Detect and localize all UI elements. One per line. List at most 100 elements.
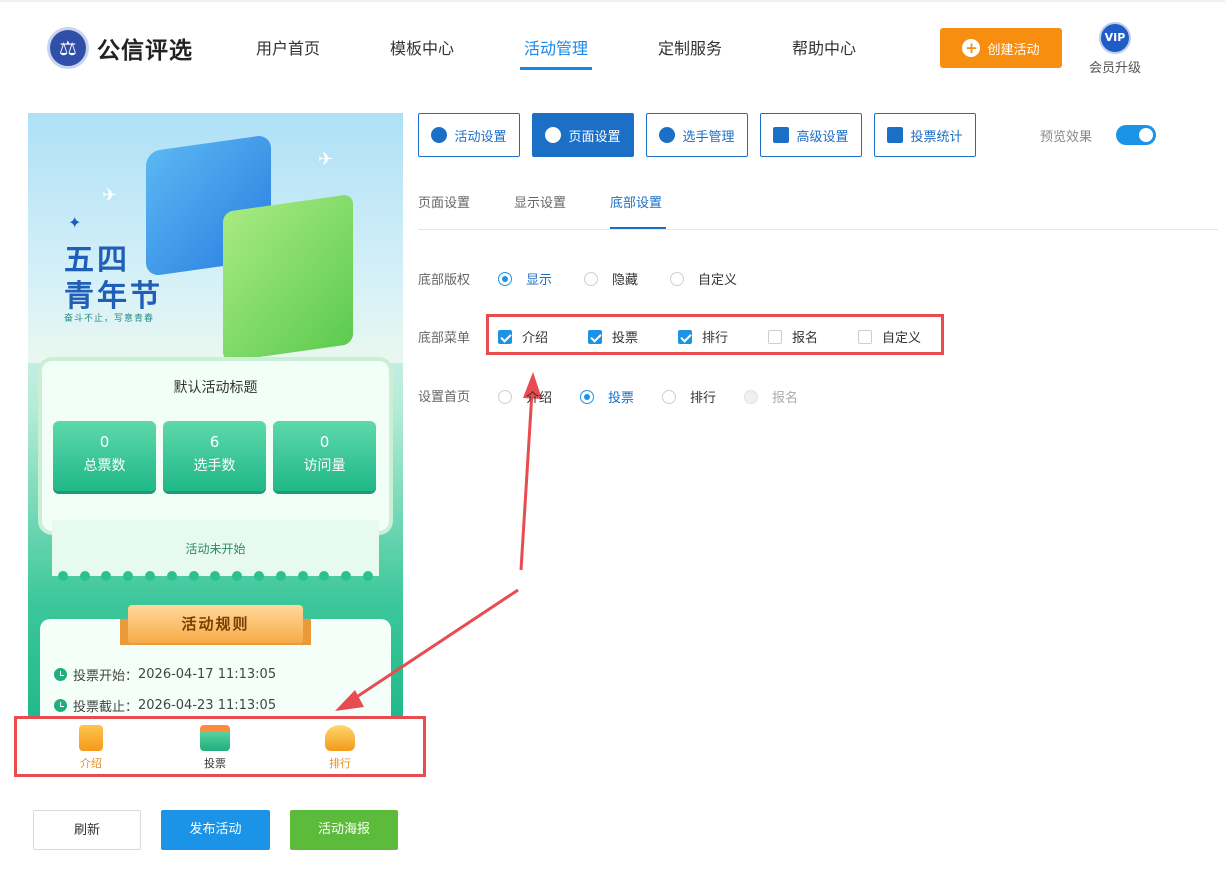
menu-option-rank[interactable]: 排行 — [678, 327, 728, 346]
menu-option-custom[interactable]: 自定义 — [858, 327, 921, 346]
tab-label: 活动设置 — [454, 129, 507, 145]
preview-toggle[interactable] — [1116, 125, 1156, 145]
rules-title: 活动规则 — [128, 605, 303, 643]
top-border — [0, 0, 1225, 2]
radio-button[interactable] — [498, 271, 512, 286]
copyright-label: 底部版权 — [418, 273, 471, 288]
checkbox[interactable] — [588, 329, 602, 344]
rule-value: 2026-04-17 11:13:05 — [138, 667, 277, 682]
stat-label: 选手数 — [193, 458, 236, 474]
rule-vote-start: 投票开始： 2026-04-17 11:13:05 — [54, 665, 276, 684]
subtab-page-settings[interactable]: 页面设置 — [418, 192, 470, 211]
annotation-box-bottom-nav — [14, 716, 426, 777]
stat-value: 0 — [99, 433, 110, 451]
radio-button[interactable] — [498, 389, 512, 404]
arrow-up-line — [519, 391, 534, 571]
option-label: 投票 — [608, 391, 635, 406]
logo-text: 公信评选 — [97, 38, 193, 64]
stat-label: 总票数 — [83, 458, 126, 474]
activity-poster-button[interactable]: 活动海报 — [290, 810, 398, 850]
strip-dots — [52, 571, 379, 581]
rule-label: 投票截止： — [73, 700, 139, 715]
menu-option-intro[interactable]: 介绍 — [498, 327, 548, 346]
option-label: 显示 — [526, 273, 553, 288]
users-icon — [659, 127, 676, 143]
copyright-option-custom[interactable]: 自定义 — [670, 269, 737, 288]
stat-contestants: 6 选手数 — [163, 421, 266, 491]
paper-plane-icon: ✈ — [102, 185, 118, 206]
home-option-vote[interactable]: 投票 — [580, 387, 634, 406]
tab-advanced-settings[interactable]: 高级设置 — [760, 113, 862, 157]
logo[interactable]: ⚖ 公信评选 — [47, 27, 193, 69]
checkbox[interactable] — [678, 329, 692, 344]
rule-vote-end: 投票截止： 2026-04-23 11:13:05 — [54, 696, 276, 715]
stat-visits: 0 访问量 — [273, 421, 376, 491]
home-option-rank[interactable]: 排行 — [662, 387, 716, 406]
rules-card: 活动规则 投票开始： 2026-04-17 11:13:05 投票截止： 202… — [40, 605, 391, 725]
home-page-label: 设置首页 — [418, 390, 471, 405]
subtab-display-settings[interactable]: 显示设置 — [514, 192, 566, 211]
radio-button[interactable] — [662, 389, 676, 404]
radio-button[interactable] — [580, 389, 594, 404]
vip-label: 会员升级 — [1088, 61, 1141, 76]
copyright-option-show[interactable]: 显示 — [498, 269, 552, 288]
activity-status-strip: 活动未开始 — [52, 520, 379, 581]
clock-icon — [54, 668, 67, 681]
clock-icon — [54, 699, 67, 712]
stat-total-votes: 0 总票数 — [53, 421, 156, 491]
tab-activity-settings[interactable]: 活动设置 — [418, 113, 520, 157]
hero-banner: ✈ ✈ ✦ 五四 青年节 奋斗不止，写意青春 — [28, 113, 403, 363]
settings-sliders-icon — [773, 127, 790, 143]
plus-icon: + — [962, 39, 981, 57]
tab-contestant-management[interactable]: 选手管理 — [646, 113, 748, 157]
tab-label: 投票统计 — [910, 129, 963, 145]
tab-label: 高级设置 — [796, 129, 849, 145]
footer-menu-label: 底部菜单 — [418, 331, 471, 346]
publish-activity-button[interactable]: 发布活动 — [161, 810, 270, 850]
paper-plane-icon: ✈ — [318, 149, 334, 170]
option-label: 排行 — [702, 331, 729, 346]
radio-button[interactable] — [584, 271, 598, 286]
activity-status: 活动未开始 — [185, 542, 246, 556]
option-label: 投票 — [612, 331, 639, 346]
stat-value: 6 — [209, 433, 220, 451]
nav-custom-service[interactable]: 定制服务 — [658, 38, 722, 70]
home-option-intro[interactable]: 介绍 — [498, 387, 552, 406]
tab-page-settings[interactable]: 页面设置 — [532, 113, 634, 157]
menu-option-vote[interactable]: 投票 — [588, 327, 638, 346]
nav-activity-management[interactable]: 活动管理 — [519, 38, 593, 70]
menu-option-signup[interactable]: 报名 — [768, 327, 818, 346]
option-label: 介绍 — [522, 331, 549, 346]
option-label: 报名 — [792, 331, 819, 346]
nav-help-center[interactable]: 帮助中心 — [792, 38, 856, 70]
copyright-option-hide[interactable]: 隐藏 — [584, 269, 638, 288]
checkbox[interactable] — [498, 329, 512, 344]
nav-template-center[interactable]: 模板中心 — [390, 38, 454, 70]
activity-title-card: 默认活动标题 0 总票数 6 选手数 0 访问量 — [42, 361, 389, 531]
option-label: 排行 — [690, 391, 717, 406]
stat-label: 访问量 — [303, 458, 346, 474]
hero-title-line2: 青年节 — [64, 279, 163, 314]
rule-label: 投票开始： — [73, 669, 139, 684]
scales-icon: ⚖ — [47, 27, 89, 69]
radio-button[interactable] — [670, 271, 684, 286]
checkbox[interactable] — [858, 329, 872, 344]
subtab-divider — [418, 229, 1218, 230]
nav-user-home[interactable]: 用户首页 — [256, 38, 320, 70]
star-icon — [431, 127, 448, 143]
subtab-footer-settings[interactable]: 底部设置 — [610, 192, 662, 211]
vip-badge-icon: VIP — [1099, 22, 1131, 54]
refresh-button[interactable]: 刷新 — [33, 810, 141, 850]
hero-green-block — [223, 193, 353, 363]
activity-title: 默认活动标题 — [173, 380, 258, 396]
preview-effect-label: 预览效果 — [1040, 130, 1093, 145]
option-label: 隐藏 — [612, 273, 639, 288]
vip-upgrade[interactable]: VIP 会员升级 — [1085, 22, 1145, 76]
create-activity-button[interactable]: + 创建活动 — [940, 28, 1062, 68]
sparkle-icon: ✦ — [68, 213, 82, 232]
tab-vote-statistics[interactable]: 投票统计 — [874, 113, 976, 157]
mobile-preview: ✈ ✈ ✦ 五四 青年节 奋斗不止，写意青春 默认活动标题 0 总票数 6 选手… — [28, 113, 403, 725]
checkbox[interactable] — [768, 329, 782, 344]
bar-chart-icon — [887, 127, 904, 143]
option-label: 介绍 — [526, 391, 553, 406]
